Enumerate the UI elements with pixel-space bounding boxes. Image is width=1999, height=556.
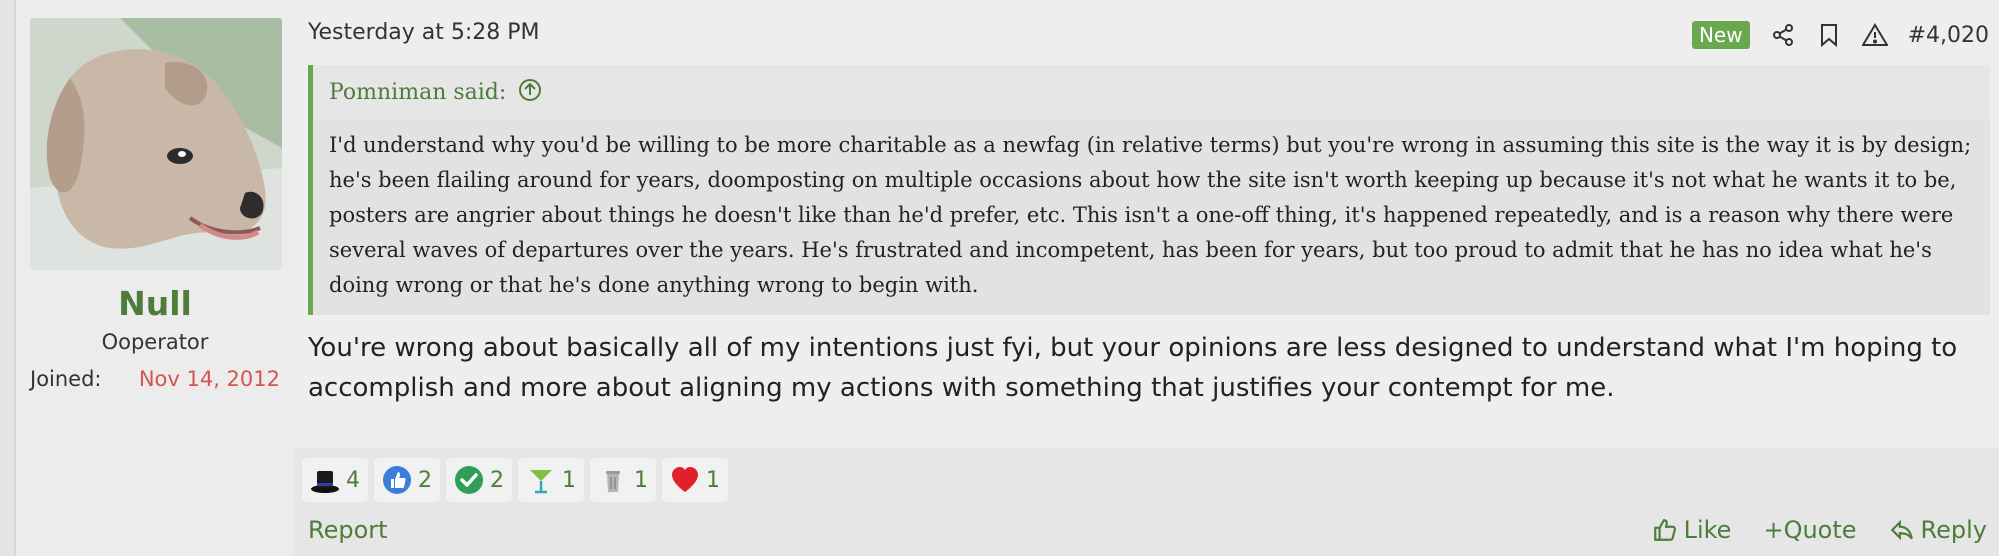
reaction-count: 2 — [490, 467, 504, 493]
reaction-heart[interactable]: 1 — [662, 458, 728, 502]
reaction-top-hat[interactable]: 4 — [302, 458, 368, 502]
cocktail-icon — [530, 470, 552, 494]
reactions-bar: 4 2 2 1 1 1 — [302, 458, 728, 502]
reaction-count: 1 — [562, 467, 576, 493]
report-link[interactable]: Report — [308, 516, 388, 544]
thumbs-up-icon — [383, 466, 411, 494]
post-timestamp[interactable]: Yesterday at 5:28 PM — [308, 20, 540, 45]
top-hat-icon — [311, 471, 339, 493]
share-icon[interactable] — [1770, 22, 1796, 48]
username[interactable]: Null — [16, 284, 294, 323]
trash-can-icon — [606, 471, 620, 492]
thumbs-up-outline-icon — [1653, 519, 1676, 541]
page-left-border — [0, 0, 16, 556]
user-sidebar: Null Ooperator Joined: Nov 14, 2012 — [16, 0, 294, 556]
quote-button[interactable]: +Quote — [1763, 516, 1856, 544]
post-message: You're wrong about basically all of my i… — [308, 333, 1958, 403]
reaction-checkmark[interactable]: 2 — [446, 458, 512, 502]
joined-label: Joined: — [30, 367, 102, 391]
quote-text: I'd understand why you'd be willing to b… — [313, 120, 1990, 315]
quote-header[interactable]: Pomniman said: — [313, 65, 1990, 120]
warning-icon[interactable] — [1861, 22, 1888, 48]
heart-icon — [672, 467, 698, 492]
joined-date: Nov 14, 2012 — [138, 367, 280, 391]
reply-button[interactable]: Reply — [1889, 516, 1987, 544]
new-badge: New — [1691, 21, 1750, 49]
like-button[interactable]: Like — [1652, 516, 1732, 544]
reply-label: Reply — [1920, 516, 1987, 544]
reaction-trash-can[interactable]: 1 — [590, 458, 656, 502]
post-header-actions: New #4,020 — [1691, 18, 1989, 52]
post-actions: Like +Quote Reply — [1652, 516, 1987, 544]
quote-label: +Quote — [1763, 516, 1857, 544]
reaction-count: 1 — [706, 467, 720, 493]
checkmark-icon — [455, 466, 483, 494]
quote-author[interactable]: Pomniman said: — [329, 80, 506, 105]
post-number[interactable]: #4,020 — [1908, 23, 1989, 48]
reply-arrow-icon — [1890, 519, 1913, 541]
quote-block: Pomniman said: I'd understand why you'd … — [308, 65, 1990, 315]
reaction-cocktail[interactable]: 1 — [518, 458, 584, 502]
user-title: Ooperator — [101, 330, 209, 354]
post-footer: 4 2 2 1 1 1 Report Like +Quote Reply — [294, 448, 1999, 556]
dog-avatar-image — [30, 18, 282, 270]
like-label: Like — [1683, 516, 1732, 544]
reaction-count: 2 — [418, 467, 432, 493]
forum-post: Null Ooperator Joined: Nov 14, 2012 Yest… — [16, 0, 1999, 556]
reaction-count: 4 — [346, 467, 360, 493]
user-avatar[interactable] — [30, 18, 282, 270]
bookmark-icon[interactable] — [1816, 22, 1842, 48]
reaction-count: 1 — [634, 467, 648, 493]
reaction-thumbs-up[interactable]: 2 — [374, 458, 440, 502]
arrow-up-circle-icon[interactable] — [518, 78, 542, 108]
